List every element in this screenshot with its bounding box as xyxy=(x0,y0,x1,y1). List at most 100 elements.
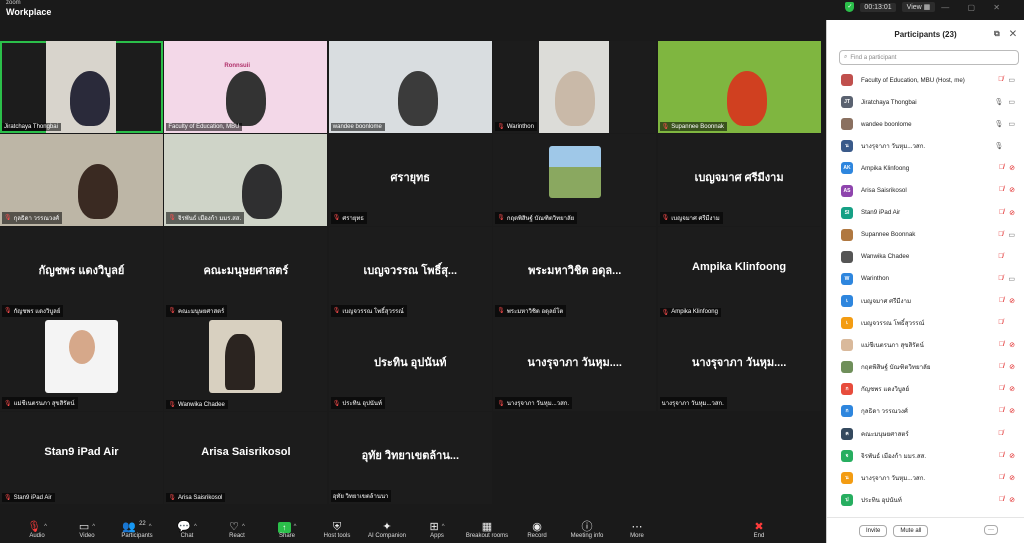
video-tile[interactable]: 🎙 Warinthon xyxy=(493,41,657,133)
mute-all-button[interactable]: Mute all xyxy=(893,524,929,537)
video-off-icon[interactable]: ⊘ xyxy=(1009,363,1015,371)
security-shield-icon[interactable]: ✓ xyxy=(845,2,855,12)
participant-row[interactable]: wandee boonlome 🎙 ▭ xyxy=(827,113,1024,135)
mic-off-icon[interactable]: 🎙̸ xyxy=(999,385,1004,393)
participant-row[interactable]: แม่ชีเนตรนภา สุขสิรัตน์ 🎙̸ ⊘ xyxy=(827,334,1024,356)
video-off-icon[interactable]: ⊘ xyxy=(1009,186,1015,194)
mic-icon[interactable]: 🎙 xyxy=(994,98,1003,106)
video-off-icon[interactable]: ⊘ xyxy=(1009,209,1015,217)
caret-up-icon[interactable]: ^ xyxy=(44,524,47,530)
video-tile[interactable]: Ronnsuii Faculty of Education, MBU xyxy=(164,41,328,133)
mic-off-icon[interactable]: 🎙̸ xyxy=(999,496,1004,504)
video-off-icon[interactable]: ⊘ xyxy=(1009,496,1015,504)
video-tile[interactable]: 🎙 จิรพันธ์ เมืองก้า มมร.สส. xyxy=(164,133,328,226)
video-tile[interactable]: Ampika Klinfoong 🎙 Ampika Klinfoong xyxy=(657,226,821,319)
video-tile[interactable]: 🎙 Supannee Boonnak xyxy=(657,41,821,133)
caret-up-icon[interactable]: ^ xyxy=(442,524,445,530)
participant-row[interactable]: กฤตพิสิษฐ์ บัณฑิตวิทยาลัย 🎙̸ ⊘ xyxy=(827,356,1024,378)
participant-row[interactable]: JT Jiratchaya Thongbai 🎙 ▭ xyxy=(827,91,1024,113)
mic-off-icon[interactable]: 🎙̸ xyxy=(999,474,1004,482)
mic-off-icon[interactable]: 🎙̸ xyxy=(998,76,1003,84)
video-tile[interactable]: Arisa Saisrikosol 🎙 Arisa Saisrikosol xyxy=(164,412,328,505)
participant-row[interactable]: ป ประทิน อุปนันท์ 🎙̸ ⊘ xyxy=(827,489,1024,511)
video-tile[interactable]: Stan9 iPad Air 🎙 Stan9 iPad Air xyxy=(0,412,163,505)
mic-off-icon[interactable]: 🎙̸ xyxy=(999,209,1004,217)
participants-button[interactable]: 👥 22 ^ Participants xyxy=(112,518,162,539)
caret-up-icon[interactable]: ^ xyxy=(242,524,245,530)
video-tile[interactable]: นางรุจาภา วันหุม.... นางรุจาภา วันหุม...ว… xyxy=(657,319,821,412)
participant-row[interactable]: Faculty of Education, MBU (Host, me) 🎙̸ ▭ xyxy=(827,69,1024,91)
caret-up-icon[interactable]: ^ xyxy=(294,524,297,530)
participant-row[interactable]: จ จิรพันธ์ เมืองก้า มมร.สส. 🎙̸ ⊘ xyxy=(827,445,1024,467)
audio-button[interactable]: 🎙 ^ Audio xyxy=(12,518,62,539)
video-tile[interactable]: อุทัย วิทยาเขตล้าน... อุทัย วิทยาเขตล้านน… xyxy=(328,412,492,505)
participant-row[interactable]: ก กัญชพร แดงวิบูลย์ 🎙̸ ⊘ xyxy=(827,378,1024,400)
video-tile[interactable]: กัญชพร แดงวิบูลย์ 🎙 กัญชพร แดงวิบูลย์ xyxy=(0,226,163,319)
mic-off-icon[interactable]: 🎙̸ xyxy=(999,297,1004,305)
mic-off-icon[interactable]: 🎙̸ xyxy=(998,231,1003,239)
mic-off-icon[interactable]: 🎙̸ xyxy=(999,186,1004,194)
video-off-icon[interactable]: ⊘ xyxy=(1009,407,1015,415)
breakout-rooms-button[interactable]: ▦ Breakout rooms xyxy=(462,518,512,539)
mic-off-icon[interactable]: 🎙̸ xyxy=(999,363,1004,371)
participant-row[interactable]: เ เบญจมาศ ศรีมีงาม 🎙̸ ⊘ xyxy=(827,290,1024,312)
mic-off-icon[interactable]: 🎙̸ xyxy=(998,430,1003,438)
mic-off-icon[interactable]: 🎙̸ xyxy=(998,275,1003,283)
caret-up-icon[interactable]: ^ xyxy=(92,524,95,530)
ai-companion-button[interactable]: ✦ AI Companion xyxy=(362,518,412,539)
video-off-icon[interactable]: ⊘ xyxy=(1009,164,1015,172)
participant-row[interactable]: ก กุลธิดา วรรณวงศ์ 🎙̸ ⊘ xyxy=(827,400,1024,422)
video-tile[interactable]: พระมหาวิชิต อดุล... 🎙 พระมหาวิชิต อดุลย์โต xyxy=(493,226,657,319)
participant-row[interactable]: ค คณะมนุษยศาสตร์ 🎙̸▭ xyxy=(827,423,1024,445)
video-tile[interactable]: นางรุจาภา วันหุม.... 🎙 นางรุจาภา วันหุม...… xyxy=(493,319,657,412)
host-tools-button[interactable]: ⛨ Host tools xyxy=(312,518,362,539)
video-off-icon[interactable]: ⊘ xyxy=(1009,385,1015,393)
video-icon[interactable]: ▭ xyxy=(1008,231,1015,239)
view-button[interactable]: View ▦ xyxy=(901,2,936,12)
participant-search[interactable]: ⌕ Find a participant xyxy=(839,50,1019,65)
video-icon[interactable]: ▭ xyxy=(1008,120,1015,128)
mic-off-icon[interactable]: 🎙̸ xyxy=(999,452,1004,460)
video-tile[interactable]: 🎙 กฤตพิสิษฐ์ บัณฑิตวิทยาลัย xyxy=(493,133,657,226)
video-icon[interactable]: ▭ xyxy=(1008,98,1015,106)
mic-off-icon[interactable]: 🎙̸ xyxy=(998,319,1003,327)
video-tile[interactable]: เบญจวรรณ โพธิ์สุ... 🎙 เบญจวรรณ โพธิ์สุวรรณ… xyxy=(328,226,492,319)
participant-row[interactable]: Supannee Boonnak 🎙̸ ▭ xyxy=(827,224,1024,246)
video-tile[interactable]: ศรายุทธ 🎙 ศรายุทธ xyxy=(328,133,492,226)
participant-row[interactable]: AK Ampika Klinfoong 🎙̸ ⊘ xyxy=(827,157,1024,179)
video-button[interactable]: ▭ ^ Video xyxy=(62,518,112,539)
caret-up-icon[interactable]: ^ xyxy=(194,524,197,530)
window-controls[interactable]: — ▢ ✕ xyxy=(941,3,1008,12)
video-off-icon[interactable]: ⊘ xyxy=(1009,452,1015,460)
apps-button[interactable]: ⊞ ^ Apps xyxy=(412,518,462,539)
video-off-icon[interactable]: ⊘ xyxy=(1009,297,1015,305)
participant-row[interactable]: เ เบญจวรรณ โพธิ์สุวรรณ์ 🎙̸▭ xyxy=(827,312,1024,334)
meeting-info-button[interactable]: ⓘ Meeting info xyxy=(562,518,612,539)
video-tile[interactable]: wandee boonlome xyxy=(328,41,492,133)
video-tile[interactable]: เบญจมาศ ศรีมีงาม 🎙 เบญจมาศ ศรีมีงาม xyxy=(657,133,821,226)
caret-up-icon[interactable]: ^ xyxy=(149,524,152,530)
more-options-button[interactable]: ··· xyxy=(984,525,998,535)
video-tile[interactable]: 🎙 กุลธิดา วรรณวงศ์ xyxy=(0,133,163,226)
mic-icon[interactable]: 🎙 xyxy=(994,120,1003,128)
mic-off-icon[interactable]: 🎙̸ xyxy=(999,164,1004,172)
participant-row[interactable]: น นางรุจาภา วันหุม...วสก. 🎙̸ ⊘ xyxy=(827,467,1024,489)
video-tile[interactable]: 🎙 แม่ชีเนตรนภา สุขสิรัตน์ xyxy=(0,319,163,412)
chat-button[interactable]: 💬 ^ Chat xyxy=(162,518,212,539)
video-off-icon[interactable]: ⊘ xyxy=(1009,341,1015,349)
video-icon[interactable]: ▭ xyxy=(1008,76,1015,84)
share-button[interactable]: ↑ ^ Share xyxy=(262,518,312,539)
react-button[interactable]: ♡ ^ React xyxy=(212,518,262,539)
video-tile[interactable]: Jiratchaya Thongbai xyxy=(0,41,163,133)
panel-popout-close-icon[interactable]: ⧉ ✕ xyxy=(994,29,1020,39)
participant-row[interactable]: SI Stan9 iPad Air 🎙̸ ⊘ xyxy=(827,202,1024,224)
participant-row[interactable]: W Warinthon 🎙̸ ▭ xyxy=(827,268,1024,290)
invite-button[interactable]: Invite xyxy=(859,524,888,537)
participant-row[interactable]: Wanwika Chadee 🎙̸▭ xyxy=(827,246,1024,268)
participant-row[interactable]: AS Arisa Saisrikosol 🎙̸ ⊘ xyxy=(827,179,1024,201)
record-button[interactable]: ◉ Record xyxy=(512,518,562,539)
video-tile[interactable]: 🎙 Wanwika Chadee xyxy=(164,319,328,412)
participant-row[interactable]: น นางรุจาภา วันหุม...วสก. 🎙▭ xyxy=(827,135,1024,157)
video-tile[interactable]: ประทิน อุปนันท์ 🎙 ประทิน อุปนันท์ xyxy=(328,319,492,412)
mic-icon[interactable]: 🎙 xyxy=(994,142,1003,150)
